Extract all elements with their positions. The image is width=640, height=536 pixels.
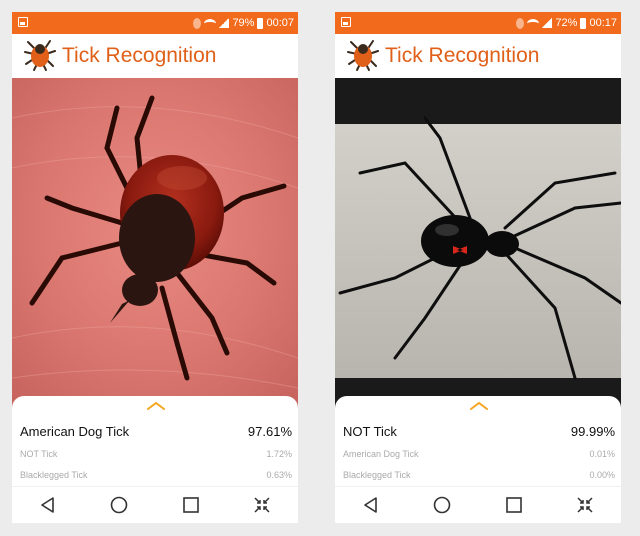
back-button[interactable]	[37, 494, 59, 516]
app-title: Tick Recognition	[385, 44, 540, 67]
tick-logo-icon	[24, 40, 56, 71]
navigation-bar	[335, 486, 621, 523]
back-icon	[363, 497, 377, 513]
wifi-icon	[204, 18, 217, 28]
status-time: 00:17	[589, 17, 617, 29]
recents-icon	[505, 497, 522, 513]
result-value: 0.00%	[589, 470, 615, 480]
spider-photo	[335, 78, 621, 408]
app-bar: Tick Recognition	[335, 34, 621, 78]
battery-icon	[580, 17, 587, 29]
app-title: Tick Recognition	[62, 44, 217, 67]
result-label: American Dog Tick	[343, 449, 419, 459]
back-icon	[40, 497, 54, 513]
tick-photo	[12, 78, 298, 408]
result-row-top: American Dog Tick 97.61%	[20, 424, 292, 439]
result-label: NOT Tick	[343, 424, 397, 439]
navigation-bar	[12, 486, 298, 523]
status-bar: 72% 00:17	[335, 12, 621, 34]
result-label: American Dog Tick	[20, 424, 130, 439]
result-row: American Dog Tick 0.01%	[343, 449, 615, 459]
chevron-up-icon[interactable]	[147, 402, 165, 410]
home-icon	[110, 496, 128, 514]
result-value: 0.01%	[589, 449, 615, 459]
status-bar: 79% 00:07	[12, 12, 298, 34]
collapse-button[interactable]	[251, 494, 273, 516]
app-bar: Tick Recognition	[12, 34, 298, 78]
gallery-icon	[18, 17, 28, 27]
home-button[interactable]	[108, 494, 130, 516]
bluetooth-icon	[193, 17, 202, 29]
result-value: 1.72%	[266, 449, 292, 459]
wifi-icon	[527, 18, 540, 28]
result-value: 0.63%	[266, 470, 292, 480]
status-time: 00:07	[266, 17, 294, 29]
result-label: Blacklegged Tick	[343, 470, 411, 480]
signal-icon	[542, 18, 553, 28]
collapse-icon	[254, 497, 270, 513]
tick-logo-icon	[347, 40, 379, 71]
result-value: 99.99%	[570, 424, 615, 439]
collapse-icon	[577, 497, 593, 513]
result-row-top: NOT Tick 99.99%	[343, 424, 615, 439]
result-label: NOT Tick	[20, 449, 58, 459]
phone-screen-right: 72% 00:17 Tick Recognition NOT Tick 99.9…	[335, 12, 621, 523]
result-row: NOT Tick 1.72%	[20, 449, 292, 459]
result-value: 97.61%	[247, 424, 292, 439]
bluetooth-icon	[516, 17, 525, 29]
recents-button[interactable]	[180, 494, 202, 516]
home-button[interactable]	[431, 494, 453, 516]
recents-icon	[182, 497, 199, 513]
back-button[interactable]	[360, 494, 382, 516]
gallery-icon	[341, 17, 351, 27]
result-label: Blacklegged Tick	[20, 470, 88, 480]
chevron-up-icon[interactable]	[470, 402, 488, 410]
result-row: Blacklegged Tick 0.00%	[343, 470, 615, 480]
recents-button[interactable]	[503, 494, 525, 516]
battery-icon	[257, 17, 264, 29]
result-row: Blacklegged Tick 0.63%	[20, 470, 292, 480]
battery-percent: 79%	[232, 17, 255, 29]
home-icon	[433, 496, 451, 514]
signal-icon	[219, 18, 230, 28]
battery-percent: 72%	[555, 17, 578, 29]
phone-screen-left: 79% 00:07 Tick Recognition American Dog …	[12, 12, 298, 523]
collapse-button[interactable]	[574, 494, 596, 516]
